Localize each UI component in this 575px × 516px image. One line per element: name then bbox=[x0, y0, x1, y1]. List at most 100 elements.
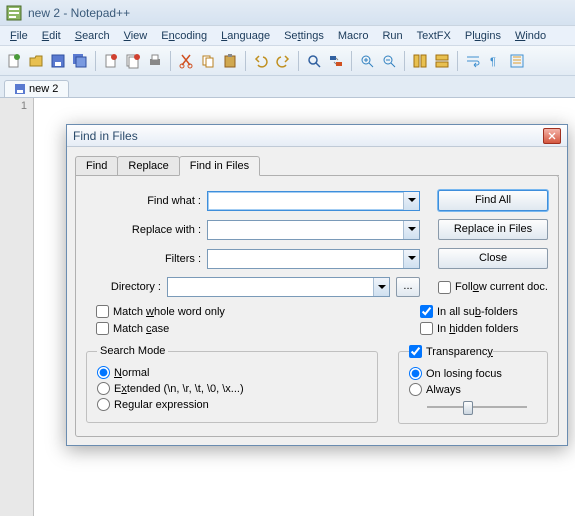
dialog-titlebar[interactable]: Find in Files bbox=[67, 125, 567, 147]
document-tab[interactable]: new 2 bbox=[4, 80, 69, 97]
label-replace-with: Replace with : bbox=[86, 224, 201, 236]
menu-textfx[interactable]: TextFX bbox=[411, 28, 457, 44]
find-what-input[interactable] bbox=[207, 191, 420, 211]
extended-radio[interactable] bbox=[97, 382, 110, 395]
wordwrap-icon[interactable] bbox=[463, 51, 483, 71]
sub-folders-label: In all sub-folders bbox=[437, 306, 518, 318]
find-icon[interactable] bbox=[304, 51, 324, 71]
save-all-icon[interactable] bbox=[70, 51, 90, 71]
sync-v-icon[interactable] bbox=[410, 51, 430, 71]
find-all-button[interactable]: Find All bbox=[438, 190, 548, 211]
transparency-label: Transparency bbox=[426, 346, 493, 358]
chevron-down-icon[interactable] bbox=[403, 221, 419, 239]
tab-find-in-files[interactable]: Find in Files bbox=[179, 156, 260, 176]
close-file-icon[interactable] bbox=[101, 51, 121, 71]
redo-icon[interactable] bbox=[273, 51, 293, 71]
follow-current-doc-label: Follow current doc. bbox=[455, 281, 548, 293]
close-all-icon[interactable] bbox=[123, 51, 143, 71]
follow-current-doc-checkbox[interactable] bbox=[438, 281, 451, 294]
menubar: File Edit Search View Encoding Language … bbox=[0, 26, 575, 46]
zoom-out-icon[interactable] bbox=[379, 51, 399, 71]
cut-icon[interactable] bbox=[176, 51, 196, 71]
match-whole-word-label: Match whole word only bbox=[113, 306, 225, 318]
toolbar: ¶ bbox=[0, 46, 575, 76]
sync-h-icon[interactable] bbox=[432, 51, 452, 71]
search-mode-legend: Search Mode bbox=[97, 345, 168, 357]
extended-radio-label: Extended (\n, \r, \t, \0, \x...) bbox=[114, 383, 244, 395]
print-icon[interactable] bbox=[145, 51, 165, 71]
normal-radio[interactable] bbox=[97, 366, 110, 379]
dialog-tabs: Find Replace Find in Files bbox=[75, 156, 559, 176]
undo-icon[interactable] bbox=[251, 51, 271, 71]
directory-input[interactable] bbox=[167, 277, 390, 297]
replace-icon[interactable] bbox=[326, 51, 346, 71]
separator bbox=[298, 51, 299, 71]
match-case-label: Match case bbox=[113, 323, 169, 335]
tab-panel: Find what : Find All Replace with : Repl… bbox=[75, 175, 559, 437]
menu-file[interactable]: File bbox=[4, 28, 34, 44]
transparency-slider[interactable] bbox=[427, 399, 527, 415]
search-mode-group: Search Mode Normal Extended (\n, \r, \t,… bbox=[86, 345, 378, 423]
find-in-files-dialog: Find in Files Find Replace Find in Files… bbox=[66, 124, 568, 446]
replace-in-files-button[interactable]: Replace in Files bbox=[438, 219, 548, 240]
new-file-icon[interactable] bbox=[4, 51, 24, 71]
titlebar: new 2 - Notepad++ bbox=[0, 0, 575, 26]
normal-radio-label: Normal bbox=[114, 367, 149, 379]
chevron-down-icon[interactable] bbox=[373, 278, 389, 296]
regex-radio[interactable] bbox=[97, 398, 110, 411]
document-tab-label: new 2 bbox=[29, 83, 58, 95]
sub-folders-checkbox[interactable] bbox=[420, 305, 433, 318]
chevron-down-icon[interactable] bbox=[403, 192, 419, 210]
always-radio[interactable] bbox=[409, 383, 422, 396]
transparency-checkbox[interactable] bbox=[409, 345, 422, 358]
always-label: Always bbox=[426, 384, 461, 396]
menu-settings[interactable]: Settings bbox=[278, 28, 330, 44]
window-title: new 2 - Notepad++ bbox=[28, 6, 130, 20]
menu-view[interactable]: View bbox=[118, 28, 154, 44]
browse-directory-button[interactable]: ... bbox=[396, 277, 420, 297]
menu-window[interactable]: Windo bbox=[509, 28, 552, 44]
open-file-icon[interactable] bbox=[26, 51, 46, 71]
copy-icon[interactable] bbox=[198, 51, 218, 71]
line-number: 1 bbox=[0, 100, 33, 115]
filters-input[interactable] bbox=[207, 249, 420, 269]
separator bbox=[351, 51, 352, 71]
separator bbox=[404, 51, 405, 71]
menu-encoding[interactable]: Encoding bbox=[155, 28, 213, 44]
label-filters: Filters : bbox=[86, 253, 201, 265]
replace-with-input[interactable] bbox=[207, 220, 420, 240]
regex-radio-label: Regular expression bbox=[114, 399, 209, 411]
transparency-group: Transparency On losing focus Always bbox=[398, 345, 548, 424]
menu-run[interactable]: Run bbox=[376, 28, 408, 44]
menu-macro[interactable]: Macro bbox=[332, 28, 375, 44]
match-case-checkbox[interactable] bbox=[96, 322, 109, 335]
menu-search[interactable]: Search bbox=[69, 28, 116, 44]
line-gutter: 1 bbox=[0, 98, 34, 516]
svg-text:¶: ¶ bbox=[490, 56, 496, 68]
file-icon bbox=[15, 84, 25, 94]
close-button[interactable]: Close bbox=[438, 248, 548, 269]
indent-guide-icon[interactable] bbox=[507, 51, 527, 71]
menu-language[interactable]: Language bbox=[215, 28, 276, 44]
show-all-chars-icon[interactable]: ¶ bbox=[485, 51, 505, 71]
menu-plugins[interactable]: Plugins bbox=[459, 28, 507, 44]
zoom-in-icon[interactable] bbox=[357, 51, 377, 71]
document-tabbar: new 2 bbox=[0, 76, 575, 98]
dialog-title: Find in Files bbox=[73, 129, 543, 143]
tab-find[interactable]: Find bbox=[75, 156, 118, 175]
close-icon[interactable] bbox=[543, 128, 561, 144]
save-icon[interactable] bbox=[48, 51, 68, 71]
paste-icon[interactable] bbox=[220, 51, 240, 71]
separator bbox=[170, 51, 171, 71]
chevron-down-icon[interactable] bbox=[403, 250, 419, 268]
separator bbox=[245, 51, 246, 71]
tab-replace[interactable]: Replace bbox=[117, 156, 179, 175]
label-directory: Directory : bbox=[86, 281, 161, 293]
separator bbox=[95, 51, 96, 71]
label-find-what: Find what : bbox=[86, 195, 201, 207]
menu-edit[interactable]: Edit bbox=[36, 28, 67, 44]
hidden-folders-label: In hidden folders bbox=[437, 323, 518, 335]
hidden-folders-checkbox[interactable] bbox=[420, 322, 433, 335]
match-whole-word-checkbox[interactable] bbox=[96, 305, 109, 318]
on-losing-focus-radio[interactable] bbox=[409, 367, 422, 380]
